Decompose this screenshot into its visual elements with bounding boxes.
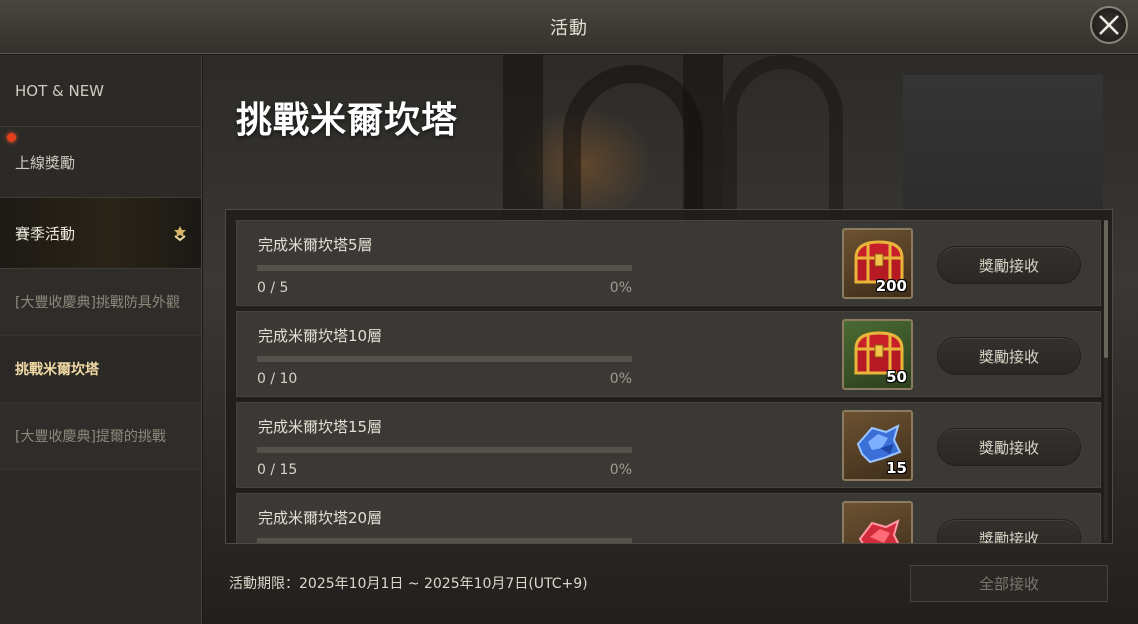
mission-row: 完成米爾坎塔20層 獎勵接收 xyxy=(236,493,1101,543)
progress-percent: 0% xyxy=(609,280,632,296)
mission-name: 完成米爾坎塔20層 xyxy=(258,509,383,527)
progress-percent: 0% xyxy=(609,371,632,387)
event-content: 挑戰米爾坎塔 完成米爾坎塔5層 0 / 5 0% 200 獎勵接收 完成米爾坎塔… xyxy=(203,55,1138,624)
reward-quantity: 15 xyxy=(886,459,907,477)
mission-name: 完成米爾坎塔15層 xyxy=(258,418,383,436)
window-header: 活動 xyxy=(0,0,1138,54)
mission-row: 完成米爾坎塔5層 0 / 5 0% 200 獎勵接收 xyxy=(236,220,1101,306)
sidebar-item-hot-new[interactable]: HOT & NEW xyxy=(0,55,201,127)
reward-slot[interactable]: 15 xyxy=(842,410,913,481)
close-icon xyxy=(1099,15,1119,35)
reward-quantity: 50 xyxy=(886,368,907,386)
mission-row: 完成米爾坎塔10層 0 / 10 0% 50 獎勵接收 xyxy=(236,311,1101,397)
event-period: 活動期限：2025年10月1日 ~ 2025年10月7日(UTC+9) xyxy=(229,576,588,592)
close-button[interactable] xyxy=(1090,6,1128,44)
claim-all-button[interactable]: 全部接收 xyxy=(910,565,1108,602)
progress-count: 0 / 10 xyxy=(257,371,298,387)
reward-quantity: 200 xyxy=(875,277,907,295)
sidebar-subitem-armor-challenge[interactable]: [大豐收慶典]挑戰防具外觀 xyxy=(0,269,201,336)
claim-reward-button[interactable]: 獎勵接收 xyxy=(937,428,1081,466)
mission-row: 完成米爾坎塔15層 0 / 15 0% 15 獎勵接收 xyxy=(236,402,1101,488)
sidebar-item-login-reward[interactable]: 上線獎勵 xyxy=(0,127,201,198)
progress-count: 0 / 5 xyxy=(257,280,289,296)
progress-bar xyxy=(257,356,632,362)
mission-list[interactable]: 完成米爾坎塔5層 0 / 5 0% 200 獎勵接收 完成米爾坎塔10層 0 /… xyxy=(225,209,1113,544)
event-sidebar: HOT & NEW 上線獎勵 賽季活動 [大豐收慶典]挑戰防具外觀 挑戰米爾坎塔… xyxy=(0,55,202,624)
sidebar-subitem-mirkan-tower[interactable]: 挑戰米爾坎塔 xyxy=(0,336,201,403)
sidebar-subitem-label: [大豐收慶典]提爾的挑戰 xyxy=(15,429,166,445)
chevron-down-icon xyxy=(171,224,189,242)
reward-slot[interactable] xyxy=(842,501,913,543)
sidebar-item-label: 賽季活動 xyxy=(15,224,76,243)
scrollbar-thumb[interactable] xyxy=(1104,220,1108,358)
notification-dot xyxy=(7,133,16,142)
mission-name: 完成米爾坎塔5層 xyxy=(258,236,373,254)
progress-bar xyxy=(257,265,632,271)
progress-count: 0 / 15 xyxy=(257,462,298,478)
mission-name: 完成米爾坎塔10層 xyxy=(258,327,383,345)
sidebar-item-season-events[interactable]: 賽季活動 xyxy=(0,198,201,269)
event-title: 挑戰米爾坎塔 xyxy=(236,100,459,141)
sidebar-subitem-tyr-challenge[interactable]: [大豐收慶典]提爾的挑戰 xyxy=(0,403,201,470)
reward-slot[interactable]: 200 xyxy=(842,228,913,299)
sidebar-item-label: 上線獎勵 xyxy=(15,153,76,172)
claim-reward-button[interactable]: 獎勵接收 xyxy=(937,337,1081,375)
progress-bar xyxy=(257,538,632,543)
scrollbar[interactable] xyxy=(1104,220,1108,540)
sidebar-subitem-label: 挑戰米爾坎塔 xyxy=(15,362,99,378)
claim-reward-button[interactable]: 獎勵接收 xyxy=(937,519,1081,543)
red-crystal-icon xyxy=(858,519,900,543)
reward-slot[interactable]: 50 xyxy=(842,319,913,390)
window-title: 活動 xyxy=(550,17,588,39)
progress-percent: 0% xyxy=(609,462,632,478)
sidebar-subitem-label: [大豐收慶典]挑戰防具外觀 xyxy=(15,295,180,311)
progress-bar xyxy=(257,447,632,453)
claim-reward-button[interactable]: 獎勵接收 xyxy=(937,246,1081,284)
sidebar-item-label: HOT & NEW xyxy=(15,81,105,100)
